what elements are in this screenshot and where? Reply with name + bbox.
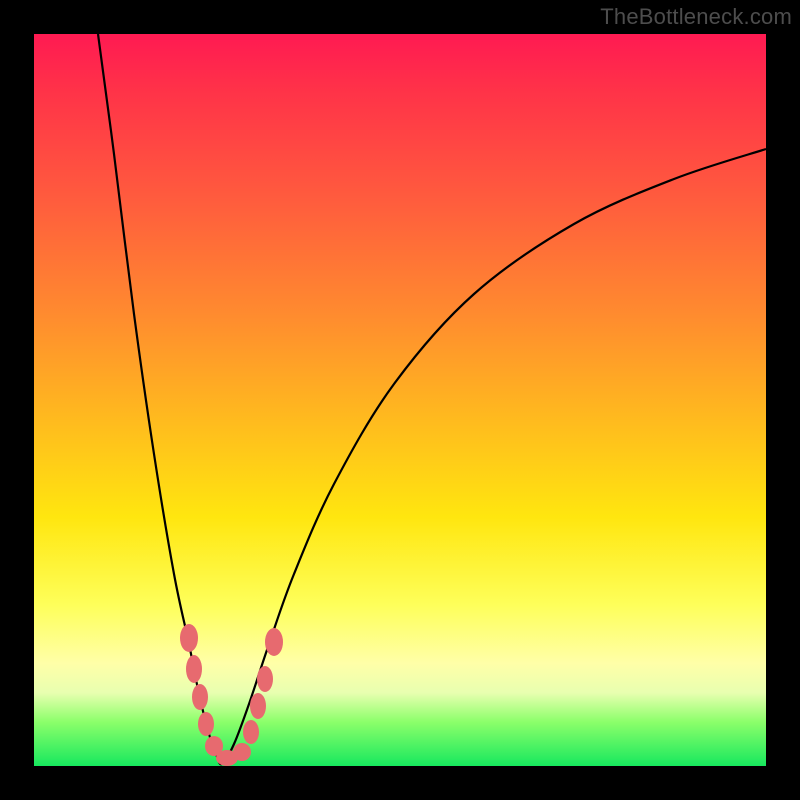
bead: [192, 684, 208, 710]
bead: [243, 720, 259, 744]
bead: [180, 624, 198, 652]
bead: [257, 666, 273, 692]
bead: [186, 655, 202, 683]
watermark-text: TheBottleneck.com: [600, 4, 792, 30]
bead: [250, 693, 266, 719]
chart-frame: TheBottleneck.com: [0, 0, 800, 800]
bottleneck-curve: [34, 34, 766, 766]
plot-area: [34, 34, 766, 766]
bead: [265, 628, 283, 656]
bead: [233, 743, 251, 761]
curve-path: [98, 34, 766, 764]
bead: [198, 712, 214, 736]
curve-beads: [180, 624, 283, 766]
